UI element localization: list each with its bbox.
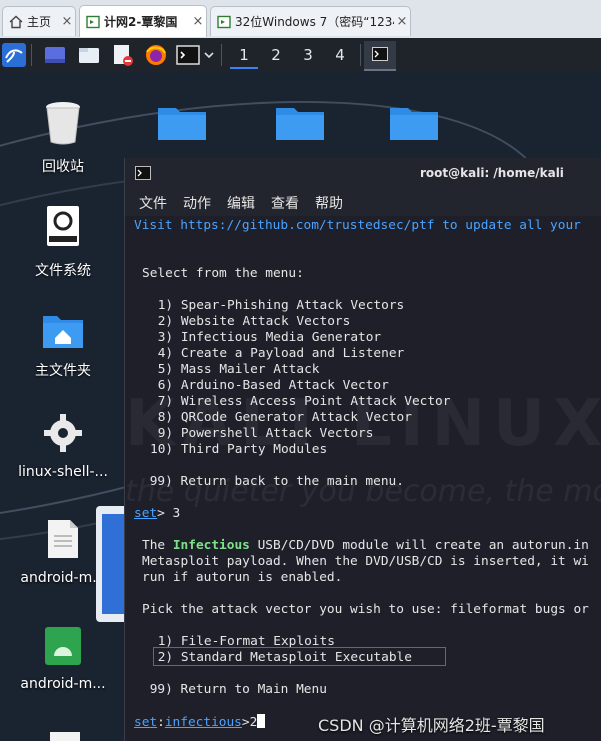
terminal-title-bar[interactable]: root@kali: /home/kali: [125, 158, 601, 188]
firefox-icon[interactable]: [144, 43, 168, 67]
menu-edit[interactable]: 编辑: [227, 193, 255, 213]
panel-separator: [221, 44, 222, 66]
folder-icon[interactable]: [156, 102, 208, 142]
close-icon[interactable]: ×: [59, 14, 75, 29]
output-line: Metasploit payload. When the DVD/USB/CD …: [142, 554, 589, 569]
tab-label: 主页: [27, 15, 52, 29]
terminal-window[interactable]: root@kali: /home/kali 文件 动作 编辑 查看 帮助 KAL…: [124, 158, 601, 741]
home-icon: [9, 15, 23, 28]
taskbar-terminal-button[interactable]: [364, 41, 396, 71]
desktop-icon-label: 回收站: [42, 159, 84, 175]
image-thumbnail[interactable]: [96, 506, 124, 622]
vm-icon: [86, 15, 100, 28]
tab-label: 32位Windows 7（密码“1234...: [235, 15, 394, 29]
desktop-icon-label: 主文件夹: [35, 363, 91, 379]
workspace-4[interactable]: 4: [326, 43, 354, 67]
vm-icon: [217, 15, 231, 28]
output-line: The Infectious USB/CD/DVD module will cr…: [142, 538, 589, 553]
terminal-icon: [372, 47, 388, 61]
menu-help[interactable]: 帮助: [315, 193, 343, 213]
menu-action[interactable]: 动作: [183, 193, 211, 213]
document-icon: [48, 520, 78, 558]
desktop-icon-label: 文件系统: [35, 263, 91, 279]
folder-icon[interactable]: [274, 102, 326, 142]
ptf-link[interactable]: https://github.com/trustedsec/ptf: [180, 218, 434, 233]
menu-line: 1) Spear-Phishing Attack Vectors: [150, 298, 405, 313]
menu-line: 3) Infectious Media Generator: [150, 330, 382, 345]
option-line: 99) Return to Main Menu: [142, 682, 327, 697]
menu-view[interactable]: 查看: [271, 193, 299, 213]
kali-menu-icon[interactable]: [2, 43, 26, 67]
menu-line: 8) QRCode Generator Attack Vector: [150, 410, 412, 425]
terminal-icon: [135, 166, 151, 180]
menu-line: 99) Return back to the main menu.: [142, 474, 404, 489]
output-line: Pick the attack vector you wish to use: …: [142, 602, 589, 617]
prompt-line: set> 3: [134, 506, 181, 521]
output-line: run if autorun is enabled.: [142, 570, 343, 585]
workspace-3[interactable]: 3: [294, 43, 322, 67]
terminal-title: root@kali: /home/kali: [420, 166, 564, 180]
tab-home[interactable]: 主页 ×: [2, 6, 76, 36]
trash-icon: [46, 102, 80, 145]
menu-line: 6) Arduino-Based Attack Vector: [150, 378, 389, 393]
panel-separator: [31, 44, 32, 66]
menu-line: 10) Third Party Modules: [150, 442, 328, 457]
chevron-down-icon[interactable]: [202, 43, 216, 67]
show-desktop-icon[interactable]: [43, 43, 67, 67]
desktop-icon-label: android-m...: [20, 676, 106, 692]
menu-line: 2) Website Attack Vectors: [150, 314, 351, 329]
menu-line: 5) Mass Mailer Attack: [150, 362, 320, 377]
file-manager-icon[interactable]: [77, 43, 101, 67]
document-icon[interactable]: [50, 732, 80, 741]
desktop-icon-filesystem[interactable]: 文件系统: [8, 204, 118, 280]
kali-top-panel: 1 2 3 4: [0, 38, 601, 72]
workspace-2[interactable]: 2: [262, 43, 290, 67]
menu-line: 4) Create a Payload and Listener: [150, 346, 405, 361]
tab-win7[interactable]: 32位Windows 7（密码“1234... ×: [210, 6, 411, 36]
desktop-icon-label: linux-shell-...: [18, 464, 108, 480]
drive-icon: [47, 206, 79, 246]
browser-tab-bar: 主页 × 计网2-覃黎国 × 32位Windows 7（密码“1234... ×: [0, 0, 601, 39]
prompt-line: set:infectious>2: [134, 714, 266, 731]
close-icon[interactable]: ×: [190, 14, 206, 29]
output-line: Select from the menu:: [142, 266, 304, 281]
desktop-icon-trash[interactable]: 回收站: [8, 100, 118, 176]
desktop-icon-linux-shell[interactable]: linux-shell-...: [8, 412, 118, 480]
tab-vm-active[interactable]: 计网2-覃黎国 ×: [79, 5, 207, 37]
desktop-icon-android-2[interactable]: android-m...: [8, 626, 118, 692]
selection-highlight-box: [153, 647, 446, 666]
close-icon[interactable]: ×: [394, 14, 410, 29]
folder-icon[interactable]: [388, 102, 440, 142]
terminal-icon[interactable]: [176, 43, 200, 67]
text-editor-icon[interactable]: [110, 43, 134, 67]
menu-line: 7) Wireless Access Point Attack Vector: [150, 394, 451, 409]
tab-label: 计网2-覃黎国: [104, 15, 178, 29]
menu-file[interactable]: 文件: [139, 193, 167, 213]
csdn-watermark: CSDN @计算机网络2班-覃黎国: [318, 716, 545, 735]
desktop-icon-home[interactable]: 主文件夹: [8, 312, 118, 380]
terminal-cursor: [257, 714, 266, 728]
terminal-output[interactable]: KALI LINUX the quieter you become, the m…: [125, 216, 601, 741]
workspace-1[interactable]: 1: [230, 43, 258, 69]
output-line: Visit https://github.com/trustedsec/ptf …: [134, 218, 581, 233]
terminal-menu-bar: 文件 动作 编辑 查看 帮助: [125, 188, 601, 216]
home-folder-icon: [43, 316, 83, 348]
panel-separator: [360, 44, 361, 66]
gear-icon: [44, 414, 82, 452]
android-package-icon: [45, 627, 81, 665]
menu-line: 9) Powershell Attack Vectors: [150, 426, 374, 441]
